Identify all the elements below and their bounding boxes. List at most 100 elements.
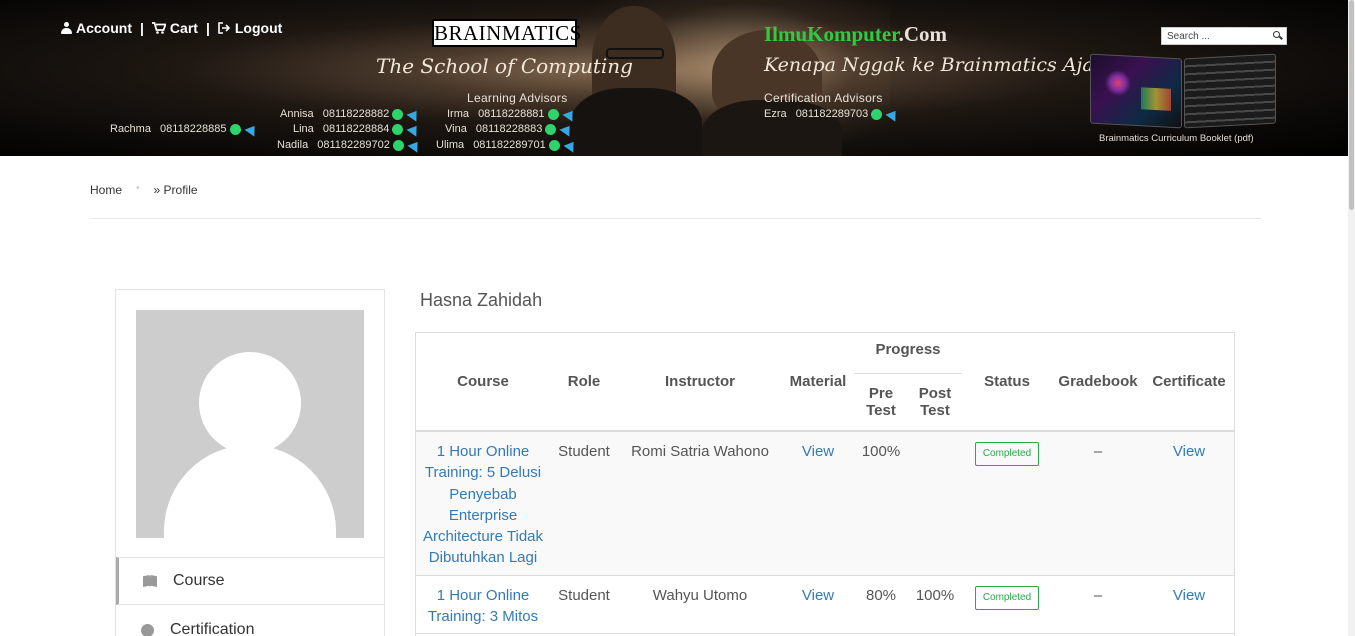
certification-advisors-label: Certification Advisors — [764, 91, 883, 105]
course-table-container: Course Role Instructor Material Progress… — [415, 332, 1235, 636]
instructor-cell: Wahyu Utomo — [652, 586, 748, 604]
post-test-cell: 100% — [915, 586, 955, 604]
cart-link[interactable]: Cart — [151, 20, 198, 36]
breadcrumb-dot: • — [136, 183, 140, 194]
col-header-instructor: Instructor — [664, 373, 735, 390]
contact-annisa[interactable]: Annisa 08118228882 — [280, 106, 422, 122]
avatar — [136, 310, 364, 538]
col-header-status: Status — [984, 373, 1030, 390]
brand-subtitle: The School of Computing — [376, 54, 633, 78]
contact-rachma[interactable]: Rachma 08118228885 — [110, 121, 260, 137]
certificate-view-link[interactable]: View — [1173, 587, 1205, 604]
telegram-icon[interactable] — [406, 106, 422, 122]
booklet-label[interactable]: Brainmatics Curriculum Booklet (pdf) — [1099, 133, 1254, 144]
post-test-cell — [908, 431, 962, 576]
whatsapp-icon[interactable] — [392, 139, 404, 151]
contact-phone: 08118228881 — [478, 108, 545, 120]
telegram-icon[interactable] — [406, 121, 422, 137]
learning-advisors-label: Learning Advisors — [467, 91, 568, 105]
avatar-body — [164, 445, 336, 538]
contact-lina[interactable]: Lina 08118228884 — [293, 121, 422, 137]
contact-name: Ulima — [436, 139, 465, 151]
instructor-cell: Romi Satria Wahono — [618, 431, 782, 576]
pre-test-cell: 100% — [854, 431, 908, 576]
whatsapp-icon[interactable] — [392, 108, 404, 120]
contact-name: Ezra — [764, 108, 787, 120]
telegram-icon[interactable] — [562, 106, 578, 122]
col-header-post-test: Post Test — [918, 384, 952, 419]
course-table: Course Role Instructor Material Progress… — [416, 333, 1234, 634]
telegram-icon[interactable] — [244, 121, 260, 137]
col-header-material: Material — [789, 373, 847, 390]
curriculum-booklet-image[interactable] — [1090, 53, 1278, 129]
page-scrollbar[interactable] — [1348, 0, 1355, 636]
course-link[interactable]: 1 Hour Online Training: 3 Mitos — [428, 587, 538, 625]
course-link[interactable]: 1 Hour Online Training: 5 Delusi Penyeba… — [423, 443, 543, 566]
contact-irma[interactable]: Irma 08118228881 — [447, 106, 578, 122]
contact-phone: 08118228882 — [322, 108, 390, 120]
pre-test-cell: 80% — [865, 586, 897, 604]
sidebar-item-label: Course — [173, 572, 225, 589]
telegram-icon[interactable] — [563, 137, 579, 153]
col-header-role: Role — [567, 373, 601, 390]
telegram-icon[interactable] — [559, 121, 575, 137]
avatar-head — [199, 352, 301, 454]
whatsapp-icon[interactable] — [548, 139, 560, 151]
contact-nadila[interactable]: Nadila 081182289702 — [277, 137, 423, 153]
sidebar-item-certification[interactable]: Certification — [116, 606, 384, 636]
whatsapp-icon[interactable] — [392, 123, 404, 135]
telegram-icon[interactable] — [407, 137, 423, 153]
header-banner: Account | Cart | Logout BRAINMATICS The … — [0, 0, 1348, 156]
contact-ezra[interactable]: Ezra 081182289703 — [764, 106, 901, 122]
logout-link[interactable]: Logout — [218, 20, 282, 36]
material-view-link[interactable]: View — [802, 587, 834, 604]
booklet-page-right — [1184, 53, 1276, 129]
certificate-view-link[interactable]: View — [1173, 443, 1205, 460]
search-icon[interactable] — [1268, 28, 1286, 44]
contact-name: Rachma — [110, 123, 151, 135]
scrollbar-thumb[interactable] — [1349, 0, 1354, 210]
search-box — [1161, 27, 1287, 45]
account-label: Account — [76, 20, 132, 36]
whatsapp-icon[interactable] — [547, 108, 559, 120]
table-row: 1 Hour Online Training: 5 Delusi Penyeba… — [416, 431, 1234, 576]
col-header-gradebook: Gradebook — [1058, 373, 1138, 390]
gradebook-cell: – — [1093, 586, 1103, 604]
cart-label: Cart — [169, 20, 198, 36]
contact-name: Vina — [445, 123, 467, 135]
contact-vina[interactable]: Vina 08118228883 — [445, 121, 575, 137]
contact-name: Annisa — [280, 108, 314, 120]
nav-separator: | — [140, 20, 144, 36]
whatsapp-icon[interactable] — [229, 123, 241, 135]
logout-label: Logout — [234, 20, 283, 36]
breadcrumb-current: » Profile — [153, 183, 198, 197]
sidebar-item-course[interactable]: Course — [116, 557, 384, 605]
material-view-link[interactable]: View — [802, 443, 834, 460]
nav-separator: | — [205, 20, 210, 36]
telegram-icon[interactable] — [885, 106, 901, 122]
whatsapp-icon[interactable] — [545, 123, 557, 135]
contact-phone: 081182289702 — [317, 139, 390, 151]
account-link[interactable]: Account — [61, 20, 132, 36]
col-header-pre-test: Pre Test — [866, 384, 896, 419]
contact-phone: 08118228883 — [475, 123, 543, 135]
contact-phone: 08118228885 — [160, 123, 227, 135]
search-input[interactable] — [1162, 28, 1268, 44]
sidebar-item-label: Certification — [170, 621, 255, 636]
breadcrumb-home[interactable]: Home — [90, 183, 122, 197]
cart-icon — [151, 22, 166, 34]
ilmukomputer-logo[interactable]: IlmuKomputer.Com — [764, 22, 947, 47]
ilmu-main: IlmuKomputer — [764, 22, 899, 46]
role-cell: Student — [558, 586, 610, 604]
contact-name: Lina — [293, 123, 314, 135]
whatsapp-icon[interactable] — [871, 108, 883, 120]
contact-name: Irma — [447, 108, 469, 120]
ilmu-suffix: .Com — [898, 22, 947, 46]
banner-tagline: Kenapa Nggak ke Brainmatics Aja? — [764, 54, 1104, 76]
col-header-course: Course — [457, 373, 509, 390]
profile-name: Hasna Zahidah — [420, 290, 543, 310]
contact-phone: 08118228884 — [322, 123, 390, 135]
brainmatics-logo[interactable]: BRAINMATICS — [432, 19, 581, 47]
col-header-progress: Progress — [854, 333, 962, 374]
contact-ulima[interactable]: Ulima 081182289701 — [436, 137, 579, 153]
